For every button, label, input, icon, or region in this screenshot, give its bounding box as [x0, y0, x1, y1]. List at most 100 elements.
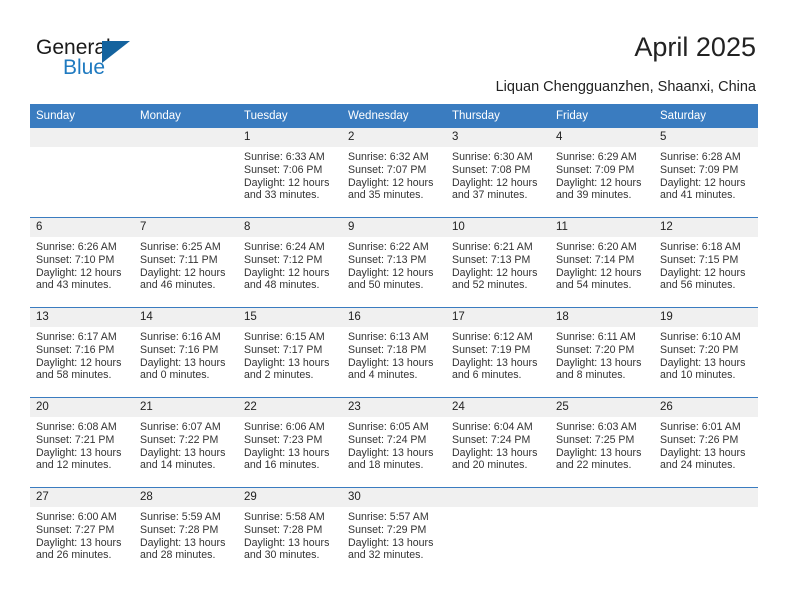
- sunrise-line: Sunrise: 6:33 AM: [244, 151, 325, 163]
- calendar-day-cell[interactable]: 24 Sunrise: 6:04 AM Sunset: 7:24 PM Dayligh…: [446, 397, 550, 488]
- calendar-day-cell[interactable]: 6 Sunrise: 6:26 AM Sunset: 7:10 PM Daylight…: [30, 217, 134, 308]
- calendar-day-cell[interactable]: 7 Sunrise: 6:25 AM Sunset: 7:11 PM Daylight…: [134, 217, 238, 308]
- calendar-day-cell[interactable]: 20 Sunrise: 6:08 AM Sunset: 7:21 PM Dayligh…: [30, 397, 134, 488]
- calendar-day-cell[interactable]: 26 Sunrise: 6:01 AM Sunset: 7:26 PM Dayligh…: [654, 397, 758, 488]
- day-cell-content: 4 Sunrise: 6:29 AM Sunset: 7:09 PM Daylight…: [550, 128, 654, 217]
- day-number: 26: [654, 398, 758, 417]
- sun-info-block: Sunrise: 6:32 AM Sunset: 7:07 PM Daylight:…: [342, 147, 446, 202]
- daylight-line-1: Daylight: 13 hours: [452, 356, 538, 369]
- weekday-header-row: Sunday Monday Tuesday Wednesday Thursday…: [30, 104, 758, 128]
- calendar-day-cell[interactable]: 29 Sunrise: 5:58 AM Sunset: 7:28 PM Dayligh…: [238, 487, 342, 577]
- sunset-line: Sunset: 7:26 PM: [660, 433, 739, 446]
- calendar-day-cell[interactable]: 9 Sunrise: 6:22 AM Sunset: 7:13 PM Daylight…: [342, 217, 446, 308]
- day-cell-content: 16 Sunrise: 6:13 AM Sunset: 7:18 PM Dayligh…: [342, 308, 446, 397]
- calendar-day-cell[interactable]: 28 Sunrise: 5:59 AM Sunset: 7:28 PM Dayligh…: [134, 487, 238, 577]
- daylight-line-1: Daylight: 12 hours: [244, 266, 330, 279]
- calendar-day-cell[interactable]: 1 Sunrise: 6:33 AM Sunset: 7:06 PM Daylight…: [238, 127, 342, 218]
- day-number: 28: [134, 488, 238, 507]
- daylight-line-2: and 58 minutes.: [36, 369, 112, 382]
- sunset-line: Sunset: 7:24 PM: [348, 433, 427, 446]
- day-number: [134, 128, 238, 147]
- daylight-line-1: Daylight: 13 hours: [660, 356, 746, 369]
- day-cell-content: 25 Sunrise: 6:03 AM Sunset: 7:25 PM Dayligh…: [550, 398, 654, 487]
- daylight-line-1: Daylight: 13 hours: [36, 446, 122, 459]
- sunset-line: Sunset: 7:15 PM: [660, 253, 739, 266]
- daylight-line-1: Daylight: 12 hours: [348, 176, 434, 189]
- daylight-line-2: and 33 minutes.: [244, 189, 320, 202]
- calendar-day-cell[interactable]: 2 Sunrise: 6:32 AM Sunset: 7:07 PM Daylight…: [342, 127, 446, 218]
- calendar-week-row: 20 Sunrise: 6:08 AM Sunset: 7:21 PM Dayligh…: [30, 397, 758, 488]
- sunset-line: Sunset: 7:13 PM: [452, 253, 531, 266]
- daylight-line-1: Daylight: 12 hours: [36, 356, 122, 369]
- day-cell-content: 26 Sunrise: 6:01 AM Sunset: 7:26 PM Dayligh…: [654, 398, 758, 487]
- calendar-week-row: 13 Sunrise: 6:17 AM Sunset: 7:16 PM Dayligh…: [30, 307, 758, 398]
- calendar-day-cell[interactable]: 4 Sunrise: 6:29 AM Sunset: 7:09 PM Daylight…: [550, 127, 654, 218]
- sun-info-block: Sunrise: 6:12 AM Sunset: 7:19 PM Daylight:…: [446, 327, 550, 382]
- daylight-line-1: Daylight: 13 hours: [244, 356, 330, 369]
- sunset-line: Sunset: 7:28 PM: [140, 523, 219, 536]
- daylight-line-1: Daylight: 12 hours: [452, 176, 538, 189]
- day-cell-content: 18 Sunrise: 6:11 AM Sunset: 7:20 PM Dayligh…: [550, 308, 654, 397]
- day-number: 29: [238, 488, 342, 507]
- calendar-day-cell[interactable]: 30 Sunrise: 5:57 AM Sunset: 7:29 PM Dayligh…: [342, 487, 446, 577]
- daylight-line-1: Daylight: 12 hours: [556, 266, 642, 279]
- calendar-day-cell[interactable]: 13 Sunrise: 6:17 AM Sunset: 7:16 PM Dayligh…: [30, 307, 134, 398]
- sunrise-line: Sunrise: 6:30 AM: [452, 151, 533, 163]
- daylight-line-2: and 37 minutes.: [452, 189, 528, 202]
- sunrise-line: Sunrise: 6:20 AM: [556, 241, 637, 253]
- calendar-day-cell[interactable]: 16 Sunrise: 6:13 AM Sunset: 7:18 PM Dayligh…: [342, 307, 446, 398]
- calendar-day-cell[interactable]: 14 Sunrise: 6:16 AM Sunset: 7:16 PM Dayligh…: [134, 307, 238, 398]
- calendar-day-cell[interactable]: 19 Sunrise: 6:10 AM Sunset: 7:20 PM Dayligh…: [654, 307, 758, 398]
- sunset-line: Sunset: 7:25 PM: [556, 433, 635, 446]
- calendar-day-cell[interactable]: 3 Sunrise: 6:30 AM Sunset: 7:08 PM Daylight…: [446, 127, 550, 218]
- sunset-line: Sunset: 7:08 PM: [452, 163, 531, 176]
- calendar-day-cell[interactable]: 23 Sunrise: 6:05 AM Sunset: 7:24 PM Dayligh…: [342, 397, 446, 488]
- calendar-day-cell[interactable]: 25 Sunrise: 6:03 AM Sunset: 7:25 PM Dayligh…: [550, 397, 654, 488]
- weekday-header-friday: Friday: [550, 104, 654, 128]
- sun-info-block: Sunrise: 6:16 AM Sunset: 7:16 PM Daylight:…: [134, 327, 238, 382]
- calendar-table: Sunday Monday Tuesday Wednesday Thursday…: [30, 104, 758, 577]
- day-number: 16: [342, 308, 446, 327]
- day-cell-content: 21 Sunrise: 6:07 AM Sunset: 7:22 PM Dayligh…: [134, 398, 238, 487]
- daylight-line-2: and 41 minutes.: [660, 189, 736, 202]
- calendar-cell-empty: [30, 127, 134, 218]
- calendar-day-cell[interactable]: 17 Sunrise: 6:12 AM Sunset: 7:19 PM Dayligh…: [446, 307, 550, 398]
- sunrise-line: Sunrise: 6:24 AM: [244, 241, 325, 253]
- daylight-line-2: and 12 minutes.: [36, 459, 112, 472]
- sunrise-line: Sunrise: 6:17 AM: [36, 331, 117, 343]
- daylight-line-1: Daylight: 13 hours: [244, 536, 330, 549]
- day-number: 10: [446, 218, 550, 237]
- sunrise-line: Sunrise: 6:21 AM: [452, 241, 533, 253]
- daylight-line-2: and 0 minutes.: [140, 369, 210, 382]
- sun-info-block: Sunrise: 6:05 AM Sunset: 7:24 PM Daylight:…: [342, 417, 446, 472]
- calendar-day-cell[interactable]: 15 Sunrise: 6:15 AM Sunset: 7:17 PM Dayligh…: [238, 307, 342, 398]
- calendar-day-cell[interactable]: 8 Sunrise: 6:24 AM Sunset: 7:12 PM Daylight…: [238, 217, 342, 308]
- weekday-header-saturday: Saturday: [654, 104, 758, 128]
- calendar-day-cell[interactable]: 27 Sunrise: 6:00 AM Sunset: 7:27 PM Dayligh…: [30, 487, 134, 577]
- calendar-day-cell[interactable]: 12 Sunrise: 6:18 AM Sunset: 7:15 PM Dayligh…: [654, 217, 758, 308]
- calendar-day-cell[interactable]: 21 Sunrise: 6:07 AM Sunset: 7:22 PM Dayligh…: [134, 397, 238, 488]
- calendar-day-cell[interactable]: 18 Sunrise: 6:11 AM Sunset: 7:20 PM Dayligh…: [550, 307, 654, 398]
- day-number: 15: [238, 308, 342, 327]
- day-cell-content: 12 Sunrise: 6:18 AM Sunset: 7:15 PM Dayligh…: [654, 218, 758, 307]
- calendar-day-cell[interactable]: 22 Sunrise: 6:06 AM Sunset: 7:23 PM Dayligh…: [238, 397, 342, 488]
- daylight-line-1: Daylight: 13 hours: [36, 536, 122, 549]
- daylight-line-2: and 2 minutes.: [244, 369, 314, 382]
- day-number: [654, 488, 758, 507]
- calendar-day-cell[interactable]: 10 Sunrise: 6:21 AM Sunset: 7:13 PM Dayligh…: [446, 217, 550, 308]
- calendar-cell-empty: [550, 487, 654, 577]
- general-blue-logo[interactable]: General Blue: [36, 36, 156, 84]
- sun-info-block: [30, 147, 134, 151]
- day-cell-content: 27 Sunrise: 6:00 AM Sunset: 7:27 PM Dayligh…: [30, 488, 134, 577]
- sunset-line: Sunset: 7:24 PM: [452, 433, 531, 446]
- sunset-line: Sunset: 7:07 PM: [348, 163, 427, 176]
- sunrise-line: Sunrise: 5:59 AM: [140, 511, 221, 523]
- calendar-day-cell[interactable]: 11 Sunrise: 6:20 AM Sunset: 7:14 PM Dayligh…: [550, 217, 654, 308]
- day-cell-content: 5 Sunrise: 6:28 AM Sunset: 7:09 PM Daylight…: [654, 128, 758, 217]
- calendar-day-cell[interactable]: 5 Sunrise: 6:28 AM Sunset: 7:09 PM Daylight…: [654, 127, 758, 218]
- daylight-line-1: Daylight: 12 hours: [140, 266, 226, 279]
- sun-info-block: [550, 507, 654, 511]
- sunset-line: Sunset: 7:19 PM: [452, 343, 531, 356]
- calendar-week-row: 6 Sunrise: 6:26 AM Sunset: 7:10 PM Daylight…: [30, 217, 758, 308]
- sunrise-line: Sunrise: 6:32 AM: [348, 151, 429, 163]
